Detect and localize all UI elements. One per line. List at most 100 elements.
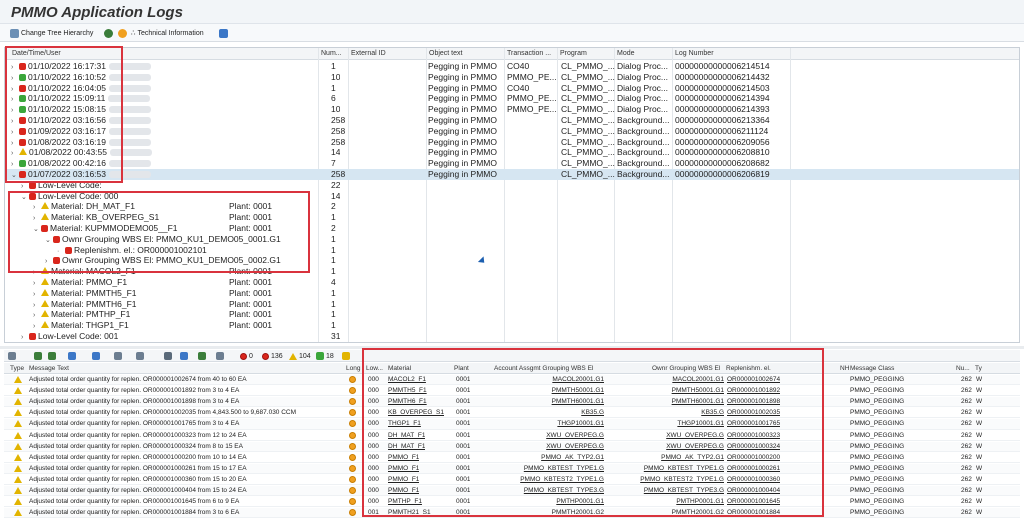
message-row[interactable]: Adjusted total order quantity for replen… — [4, 419, 1020, 430]
message-replenishm-link[interactable]: OR000001001884 — [727, 508, 780, 518]
tree-node[interactable]: › Material: DH_MAT_F1 Plant: 0001 2 — [5, 201, 1019, 212]
message-replenishm-link[interactable]: OR000001000261 — [727, 464, 780, 474]
long-text-icon[interactable] — [349, 475, 356, 483]
long-text-icon[interactable] — [349, 464, 356, 472]
tree-node[interactable]: › Ownr Grouping WBS El: PMMO_KU1_DEMO05_0… — [5, 255, 1019, 266]
log-row[interactable]: › 01/08/2022 00:43:55 14 Pegging in PMMO CL_… — [5, 147, 1019, 158]
help-button[interactable] — [118, 27, 127, 39]
tree-node[interactable]: › Material: KB_OVERPEG_S1 Plant: 0001 1 — [5, 212, 1019, 223]
message-material-link[interactable]: PMMO_F1 — [388, 486, 419, 496]
col-ty[interactable]: Ty — [975, 365, 982, 372]
col-nu[interactable]: Nu... — [956, 365, 970, 372]
message-replenishm-link[interactable]: OR000001001765 — [727, 419, 780, 429]
message-ownr-wbs-link[interactable]: PMTHP0001.G1 — [604, 497, 724, 507]
message-acct-wbs-link[interactable]: PMMO_AK_TYP2.G1 — [474, 453, 604, 463]
subtotal-button[interactable] — [136, 351, 144, 361]
long-text-icon[interactable] — [349, 387, 356, 395]
expand-toggle[interactable]: › — [21, 333, 29, 342]
long-text-icon[interactable] — [349, 431, 356, 439]
log-row[interactable]: › 01/10/2022 16:17:31 1 Pegging in PMMO CO40… — [5, 61, 1019, 72]
views-button[interactable] — [180, 351, 188, 361]
message-row[interactable]: Adjusted total order quantity for replen… — [4, 497, 1020, 508]
col-plant[interactable]: Plant — [454, 365, 469, 372]
message-ownr-wbs-link[interactable]: PMMO_AK_TYP2.G1 — [604, 453, 724, 463]
message-acct-wbs-link[interactable]: PMTHP0001.G1 — [474, 497, 604, 507]
message-ownr-wbs-link[interactable]: XWU_OVERPEG.G — [604, 442, 724, 452]
message-material-link[interactable]: DH_MAT_F1 — [388, 431, 425, 441]
tree-node[interactable]: › Material: PMMTH6_F1 Plant: 0001 1 — [5, 299, 1019, 310]
message-acct-wbs-link[interactable]: PMMO_KBTEST_TYPE3.G — [474, 486, 604, 496]
col-acct-wbs[interactable]: Account Assgmt Grouping WBS El — [494, 365, 593, 372]
details-button[interactable] — [8, 351, 16, 361]
log-row[interactable]: › 01/08/2022 00:42:16 7 Pegging in PMMO CL_P… — [5, 158, 1019, 169]
col-message-text[interactable]: Message Text — [29, 365, 69, 372]
col-date-time-user[interactable]: Date/Time/User — [12, 50, 61, 57]
col-type[interactable]: Type — [10, 365, 24, 372]
col-long[interactable]: Long — [346, 365, 360, 372]
message-material-link[interactable]: MACOL2_F1 — [388, 375, 426, 385]
long-text-icon[interactable] — [349, 487, 356, 494]
log-row[interactable]: › 01/10/2022 16:10:52 10 Pegging in PMMO PMM… — [5, 72, 1019, 83]
print-button[interactable] — [164, 351, 172, 361]
message-material-link[interactable]: PMMTH21_S1 — [388, 508, 431, 518]
col-program[interactable]: Program — [560, 50, 587, 57]
message-material-link[interactable]: PMMTH6_F1 — [388, 397, 427, 407]
tree-node[interactable]: ⌄ Ownr Grouping WBS El: PMMO_KU1_DEMO05_0… — [5, 234, 1019, 245]
message-replenishm-link[interactable]: OR000001002035 — [727, 408, 780, 418]
message-acct-wbs-link[interactable]: PMMTH60001.G1 — [474, 397, 604, 407]
tree-node[interactable]: › Material: PMMO_F1 Plant: 0001 4 — [5, 277, 1019, 288]
col-number[interactable]: Num... — [321, 50, 342, 57]
log-row[interactable]: › 01/10/2022 15:09:11 6 Pegging in PMMO PMMO… — [5, 93, 1019, 104]
long-text-icon[interactable] — [349, 442, 356, 450]
message-ownr-wbs-link[interactable]: PMMO_KBTEST_TYPE3.G — [604, 486, 724, 496]
message-ownr-wbs-link[interactable]: PMMTH20001.G2 — [604, 508, 724, 518]
long-text-icon[interactable] — [349, 420, 356, 428]
log-row[interactable]: ⌄ 01/07/2022 03:16:53 258 Pegging in PMMO CL… — [5, 169, 1019, 180]
message-row[interactable]: Adjusted total order quantity for replen… — [4, 375, 1020, 386]
change-tree-hierarchy-button[interactable]: Change Tree Hierarchy — [10, 27, 93, 39]
message-material-link[interactable]: PMTHP_F1 — [388, 497, 422, 507]
col-message-class[interactable]: Message Class — [850, 365, 894, 372]
message-material-link[interactable]: KB_OVERPEG_S1 — [388, 408, 444, 418]
find-button[interactable] — [104, 27, 113, 39]
layout-button[interactable] — [219, 27, 228, 39]
col-material[interactable]: Material — [388, 365, 411, 372]
long-text-icon[interactable] — [349, 453, 356, 461]
long-text-icon[interactable] — [349, 409, 356, 417]
message-ownr-wbs-link[interactable]: PMMO_KBTEST_TYPE1.G — [604, 464, 724, 474]
message-row[interactable]: Adjusted total order quantity for replen… — [4, 408, 1020, 419]
long-text-icon[interactable] — [349, 498, 356, 506]
tree-node[interactable]: ⌄ Material: KUPMMODEMO05__F1 Plant: 0001 2 — [5, 223, 1019, 234]
message-acct-wbs-link[interactable]: PMMO_KBTEST_TYPE1.G — [474, 464, 604, 474]
col-log-number[interactable]: Log Number — [675, 50, 714, 57]
message-acct-wbs-link[interactable]: THGP10001.G1 — [474, 419, 604, 429]
tree-node[interactable]: › Material: MACOL2_F1 Plant: 0001 1 — [5, 266, 1019, 277]
message-ownr-wbs-link[interactable]: MACOL20001.G1 — [604, 375, 724, 385]
message-row[interactable]: Adjusted total order quantity for replen… — [4, 453, 1020, 463]
message-material-link[interactable]: DH_MAT_F1 — [388, 442, 425, 452]
message-row[interactable]: Adjusted total order quantity for replen… — [4, 486, 1020, 497]
col-ownr-wbs[interactable]: Ownr Grouping WBS El — [652, 365, 720, 372]
sort-descending-button[interactable] — [48, 351, 56, 361]
find-button[interactable] — [68, 351, 76, 361]
message-material-link[interactable]: THGP1_F1 — [388, 419, 421, 429]
layout-button[interactable] — [216, 351, 224, 361]
col-external-id[interactable]: External ID — [351, 50, 386, 57]
filter-errors-button[interactable]: 0 — [240, 351, 253, 361]
message-acct-wbs-link[interactable]: MACOL20001.G1 — [474, 375, 604, 385]
message-replenishm-link[interactable]: OR000001000404 — [727, 486, 780, 496]
tree-node[interactable]: · Replenishm. el.: OR000001002101 1 — [5, 245, 1019, 256]
message-replenishm-link[interactable]: OR000001000200 — [727, 453, 780, 463]
message-replenishm-link[interactable]: OR000001001892 — [727, 386, 780, 396]
log-row[interactable]: › 01/10/2022 03:16:56 258 Pegging in PMMO CL… — [5, 115, 1019, 126]
message-ownr-wbs-link[interactable]: PMMO_KBTEST2_TYPE1.G — [604, 475, 724, 485]
col-low[interactable]: Low... — [366, 365, 383, 372]
long-text-icon[interactable] — [349, 376, 356, 383]
message-material-link[interactable]: PMMO_F1 — [388, 464, 419, 474]
col-object-text[interactable]: Object text — [429, 50, 462, 57]
message-row[interactable]: Adjusted total order quantity for replen… — [4, 386, 1020, 397]
message-row[interactable]: Adjusted total order quantity for replen… — [4, 397, 1020, 408]
log-row[interactable]: › 01/10/2022 16:04:05 1 Pegging in PMMO CO40… — [5, 83, 1019, 94]
tree-node[interactable]: › Material: THGP1_F1 Plant: 0001 1 — [5, 320, 1019, 331]
sort-ascending-button[interactable] — [34, 351, 42, 361]
